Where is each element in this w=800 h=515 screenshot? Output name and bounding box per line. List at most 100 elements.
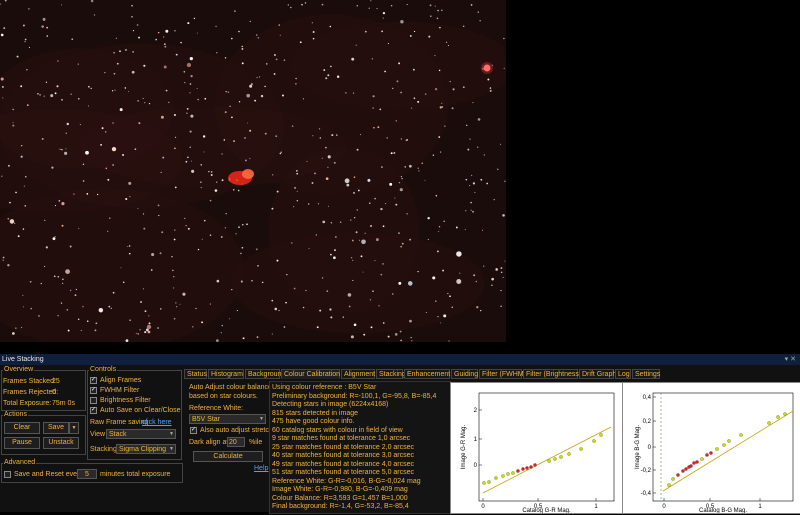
star xyxy=(131,70,135,74)
dark-align-spinner[interactable]: 20 xyxy=(227,437,245,447)
star xyxy=(174,136,177,138)
star xyxy=(59,148,61,151)
tab-drift-graph[interactable]: Drift Graph xyxy=(579,369,616,379)
tab-log[interactable]: Log xyxy=(615,369,631,379)
reference-white-value: B5V Star xyxy=(192,416,221,423)
frames-rejected-label: Frames Rejected: xyxy=(3,389,59,396)
star xyxy=(465,178,468,181)
star xyxy=(75,288,77,291)
star xyxy=(12,108,14,111)
star xyxy=(146,324,152,330)
reference-white-select[interactable]: B5V Star ▼ xyxy=(189,414,266,424)
star xyxy=(441,9,443,11)
pause-button[interactable]: Pause xyxy=(4,437,40,449)
star xyxy=(86,320,89,322)
star xyxy=(20,155,23,158)
star xyxy=(462,25,465,27)
star xyxy=(362,271,364,273)
star xyxy=(487,78,490,81)
star xyxy=(9,219,15,224)
star xyxy=(489,89,492,92)
star xyxy=(441,102,443,104)
star xyxy=(144,330,147,334)
star xyxy=(175,302,177,304)
star xyxy=(364,232,366,234)
star xyxy=(435,194,438,197)
star xyxy=(286,274,288,276)
star xyxy=(17,235,20,238)
help-link[interactable]: Help xyxy=(254,464,268,473)
star xyxy=(409,35,412,37)
save-button[interactable]: Save xyxy=(43,422,69,434)
star xyxy=(112,122,114,124)
star xyxy=(190,114,194,118)
tab-settings[interactable]: Settings xyxy=(632,369,660,379)
star xyxy=(266,63,268,65)
star xyxy=(264,85,266,88)
clear-button[interactable]: Clear xyxy=(4,422,40,434)
star xyxy=(467,148,470,151)
y-tick-label: 2 xyxy=(474,408,478,414)
star xyxy=(374,197,377,200)
star xyxy=(372,95,375,98)
log-line: Preliminary background: R=-100,1, G=-95,… xyxy=(272,392,437,400)
save-reset-checkbox[interactable] xyxy=(4,471,11,478)
panel-titlebar[interactable]: Live Stacking ▾ ✕ xyxy=(0,354,800,365)
panel-window-controls[interactable]: ▾ ✕ xyxy=(785,354,796,365)
unstack-button[interactable]: Unstack xyxy=(43,437,79,449)
star xyxy=(369,202,371,204)
star xyxy=(475,280,478,283)
star xyxy=(173,287,175,289)
auto-stretch-checkbox[interactable]: ✓ xyxy=(190,427,197,434)
star xyxy=(23,185,25,187)
star xyxy=(304,2,307,4)
data-point xyxy=(695,460,699,464)
star xyxy=(7,263,10,267)
auto-save-checkbox[interactable]: ✓ xyxy=(90,407,97,414)
tab-filter-brightness[interactable]: Filter (Brightness) xyxy=(523,369,581,379)
fwhm-filter-checkbox[interactable]: ✓ xyxy=(90,387,97,394)
star xyxy=(400,138,403,140)
save-dropdown-button[interactable]: ▼ xyxy=(69,422,79,434)
tab-alignment[interactable]: Alignment xyxy=(341,369,375,379)
click-here-link[interactable]: click here xyxy=(142,418,172,427)
star xyxy=(283,326,286,328)
star xyxy=(240,280,243,283)
tab-status[interactable]: Status xyxy=(184,369,207,379)
tab-background[interactable]: Background xyxy=(245,369,285,379)
auto-stretch-label: Also auto adjust stretch xyxy=(200,427,273,434)
star xyxy=(87,105,89,107)
data-point xyxy=(529,465,533,469)
star xyxy=(52,237,56,241)
view-select[interactable]: Stack ▼ xyxy=(106,429,176,439)
tab-enhancement[interactable]: Enhancement xyxy=(404,369,450,379)
star xyxy=(107,230,109,232)
star xyxy=(295,83,297,85)
star xyxy=(356,148,359,151)
star xyxy=(285,301,287,304)
data-point xyxy=(767,421,771,425)
stacking-select-value: Sigma Clipping xyxy=(119,446,167,453)
star xyxy=(108,305,111,308)
star xyxy=(489,87,492,89)
total-exposure-value: 75m 0s xyxy=(52,400,75,407)
tab-histogram[interactable]: Histogram xyxy=(208,369,244,379)
tab-colour-calibration[interactable]: Colour Calibration xyxy=(281,369,340,379)
tab-stacking[interactable]: Stacking xyxy=(376,369,406,379)
star xyxy=(444,125,446,127)
align-frames-checkbox[interactable]: ✓ xyxy=(90,377,97,384)
stacking-select[interactable]: Sigma Clipping ▼ xyxy=(116,444,176,454)
stacked-image[interactable] xyxy=(0,0,506,342)
star xyxy=(345,92,347,94)
star xyxy=(203,219,206,222)
brightness-filter-checkbox[interactable] xyxy=(90,397,97,404)
star xyxy=(128,252,131,255)
star xyxy=(57,60,59,62)
star xyxy=(409,319,412,323)
tab-filter-fwhm[interactable]: Filter (FWHM) xyxy=(479,369,526,379)
tab-guiding[interactable]: Guiding xyxy=(451,369,478,379)
star xyxy=(276,259,279,262)
calculate-button[interactable]: Calculate xyxy=(193,451,263,462)
star xyxy=(472,102,474,104)
save-reset-spinner[interactable]: 5 xyxy=(77,469,97,479)
